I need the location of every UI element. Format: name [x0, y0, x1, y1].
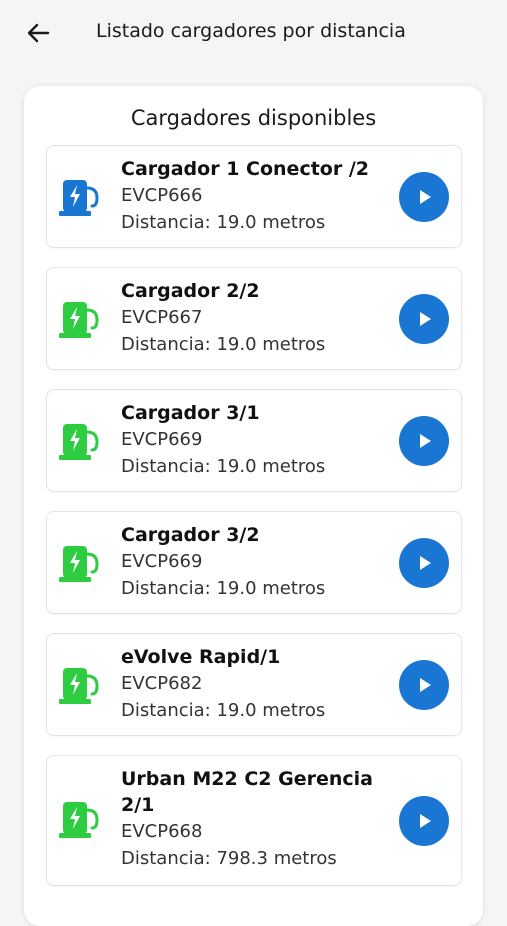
start-charge-button[interactable]: [399, 538, 449, 588]
charger-name: Urban M22 C2 Gerencia 2/1: [121, 768, 373, 816]
start-charge-button[interactable]: [399, 796, 449, 846]
arrow-left-icon: [27, 23, 50, 43]
charger-code: EVCP668: [121, 821, 203, 842]
start-charge-button[interactable]: [399, 172, 449, 222]
play-icon: [420, 434, 431, 448]
charger-name: eVolve Rapid/1: [121, 646, 281, 668]
charger-code: EVCP682: [121, 673, 203, 694]
start-charge-button[interactable]: [399, 416, 449, 466]
charger-distance: Distancia: 798.3 metros: [121, 848, 337, 869]
charger-card[interactable]: Cargador 1 Conector /2 EVCP666 Distancia…: [46, 145, 462, 248]
panel-title: Cargadores disponibles: [130, 106, 377, 130]
ev-charger-icon: [59, 668, 99, 704]
charger-name: Cargador 3/2: [121, 524, 260, 546]
ev-charger-icon: [59, 424, 99, 460]
back-button[interactable]: [20, 18, 56, 48]
charger-code: EVCP669: [121, 551, 203, 572]
charger-code: EVCP666: [121, 185, 203, 206]
charger-card[interactable]: Cargador 2/2 EVCP667 Distancia: 19.0 met…: [46, 267, 462, 370]
charger-distance: Distancia: 19.0 metros: [121, 456, 326, 477]
charger-card[interactable]: Urban M22 C2 Gerencia 2/1 EVCP668 Distan…: [46, 755, 462, 886]
start-charge-button[interactable]: [399, 294, 449, 344]
play-icon: [420, 814, 431, 828]
play-icon: [420, 312, 431, 326]
charger-distance: Distancia: 19.0 metros: [121, 212, 326, 233]
chargers-panel: Cargadores disponibles Cargador 1 Conect…: [24, 86, 483, 926]
charger-code: EVCP667: [121, 307, 203, 328]
ev-charger-icon: [59, 302, 99, 338]
play-icon: [420, 556, 431, 570]
charger-name: Cargador 1 Conector /2: [121, 158, 369, 180]
app-bar: Listado cargadores por distancia: [0, 0, 507, 66]
start-charge-button[interactable]: [399, 660, 449, 710]
charger-distance: Distancia: 19.0 metros: [121, 334, 326, 355]
charger-card[interactable]: eVolve Rapid/1 EVCP682 Distancia: 19.0 m…: [46, 633, 462, 736]
ev-charger-icon: [59, 180, 99, 216]
charger-card[interactable]: Cargador 3/1 EVCP669 Distancia: 19.0 met…: [46, 389, 462, 492]
page-title: Listado cargadores por distancia: [96, 20, 406, 42]
play-icon: [420, 678, 431, 692]
charger-distance: Distancia: 19.0 metros: [121, 700, 326, 721]
ev-charger-icon: [59, 802, 99, 838]
charger-name: Cargador 3/1: [121, 402, 260, 424]
charger-code: EVCP669: [121, 429, 203, 450]
play-icon: [420, 190, 431, 204]
ev-charger-icon: [59, 546, 99, 582]
charger-distance: Distancia: 19.0 metros: [121, 578, 326, 599]
charger-card[interactable]: Cargador 3/2 EVCP669 Distancia: 19.0 met…: [46, 511, 462, 614]
charger-name: Cargador 2/2: [121, 280, 260, 302]
